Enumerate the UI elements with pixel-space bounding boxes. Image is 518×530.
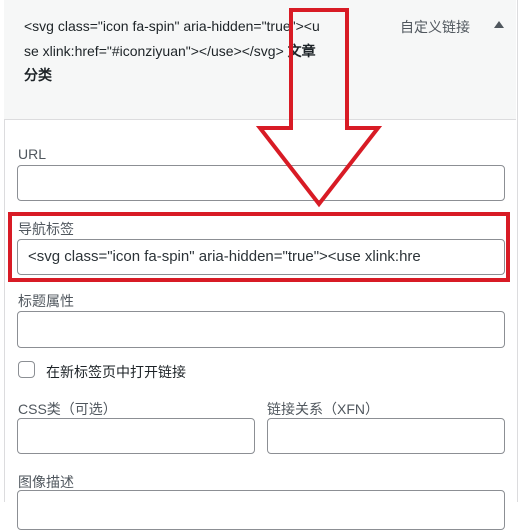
- menu-item-title-code: <svg class="icon fa-spin" aria-hidden="t…: [24, 18, 320, 59]
- url-input[interactable]: [17, 165, 505, 201]
- title-attr-label: 标题属性: [18, 293, 74, 309]
- menu-item-type: 自定义链接: [400, 19, 470, 35]
- title-attr-input[interactable]: [17, 311, 505, 348]
- url-label: URL: [18, 146, 47, 162]
- menu-item-header[interactable]: <svg class="icon fa-spin" aria-hidden="t…: [4, 0, 516, 120]
- css-class-input[interactable]: [17, 418, 255, 454]
- collapse-arrow-icon[interactable]: [494, 21, 504, 28]
- xfn-input[interactable]: [267, 418, 505, 454]
- menu-item-title: <svg class="icon fa-spin" aria-hidden="t…: [24, 14, 324, 88]
- nav-label-input[interactable]: <svg class="icon fa-spin" aria-hidden="t…: [17, 239, 505, 275]
- nav-label-label: 导航标签: [18, 221, 74, 237]
- new-tab-label[interactable]: 在新标签页中打开链接: [46, 362, 186, 382]
- description-label: 图像描述: [18, 474, 74, 490]
- description-input[interactable]: [17, 490, 505, 530]
- css-class-label: CSS类（可选）: [18, 401, 117, 417]
- xfn-label: 链接关系（XFN）: [267, 401, 379, 417]
- new-tab-checkbox[interactable]: [18, 361, 35, 378]
